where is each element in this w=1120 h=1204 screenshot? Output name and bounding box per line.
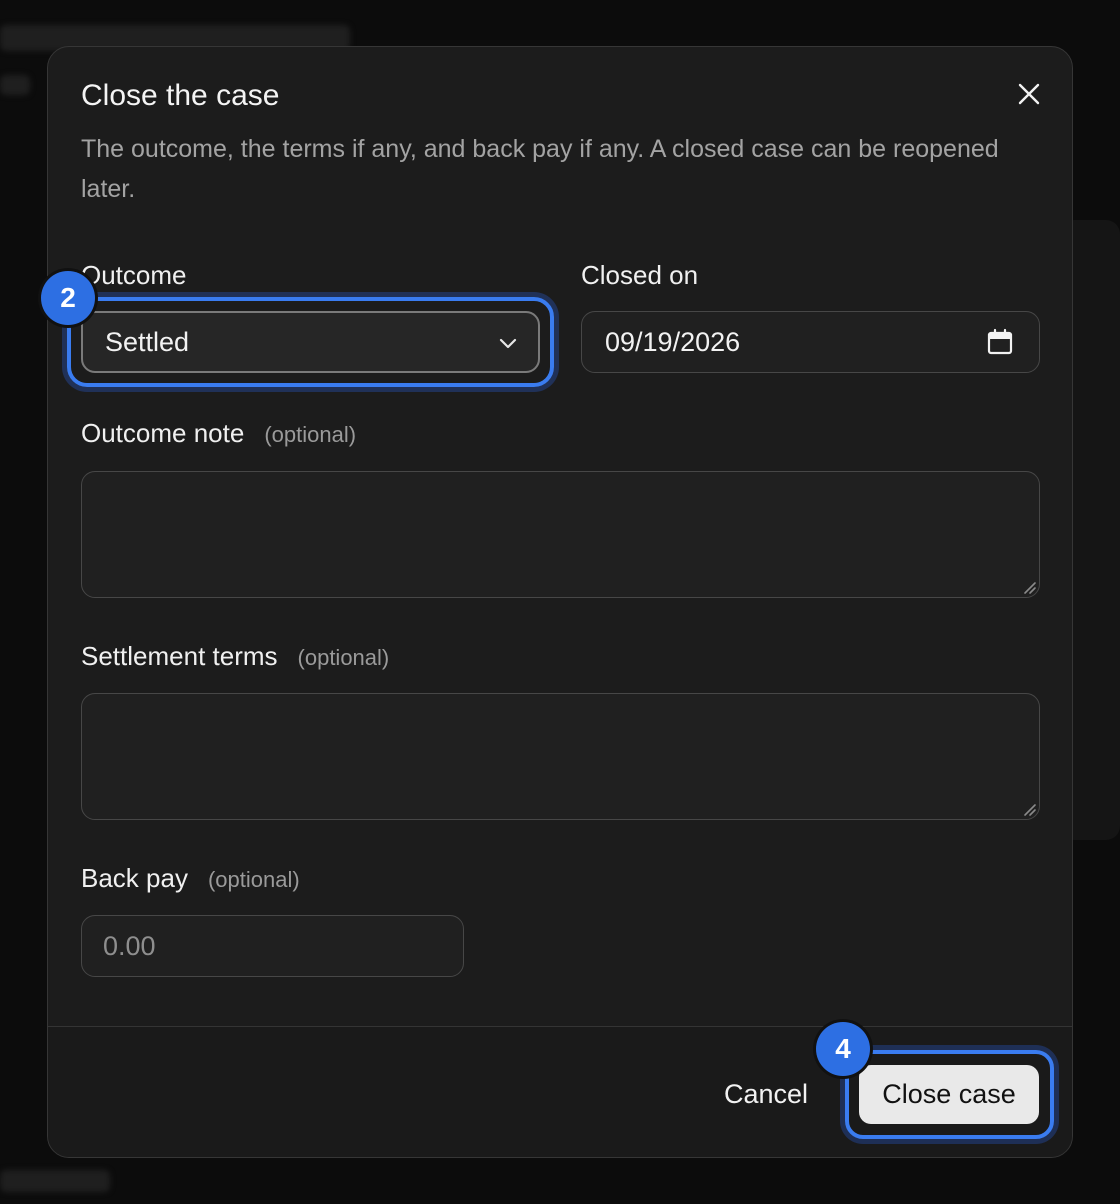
close-dialog-button[interactable] — [1012, 77, 1046, 111]
resize-handle-icon[interactable] — [1021, 579, 1037, 595]
close-icon — [1018, 83, 1040, 105]
step-badge: 4 — [816, 1022, 870, 1076]
chevron-down-icon — [499, 338, 517, 349]
closed-on-value: 09/19/2026 — [605, 326, 741, 357]
outcome-note-textarea[interactable] — [81, 471, 1040, 598]
back-pay-input[interactable]: 0.00 — [81, 915, 464, 977]
dialog-description: The outcome, the terms if any, and back … — [81, 135, 999, 203]
step-badge: 2 — [41, 271, 95, 325]
background-text-blur — [0, 75, 30, 95]
outcome-note-label-text: Outcome note — [81, 418, 245, 448]
back-pay-label: Back pay (optional) — [81, 862, 300, 896]
dialog-title: Close the case — [81, 79, 280, 112]
optional-hint: (optional) — [207, 867, 300, 892]
outcome-label: Outcome — [81, 260, 187, 290]
settlement-terms-label: Settlement terms (optional) — [81, 640, 389, 674]
calendar-icon[interactable] — [987, 328, 1013, 356]
optional-hint: (optional) — [297, 645, 390, 670]
closed-on-date-input[interactable]: 09/19/2026 — [581, 311, 1040, 373]
outcome-value: Settled — [105, 326, 190, 357]
outcome-note-label: Outcome note (optional) — [81, 417, 356, 451]
back-pay-label-text: Back pay — [81, 863, 188, 893]
close-case-button[interactable]: Close case — [859, 1065, 1039, 1124]
background-text-blur — [0, 1170, 110, 1192]
resize-handle-icon[interactable] — [1021, 801, 1037, 817]
cancel-button[interactable]: Cancel — [724, 1074, 808, 1114]
settlement-terms-textarea[interactable] — [81, 693, 1040, 820]
optional-hint: (optional) — [264, 422, 357, 447]
closed-on-label: Closed on — [581, 260, 699, 290]
settlement-terms-label-text: Settlement terms — [81, 641, 278, 671]
close-case-dialog: Close the case The outcome, the terms if… — [47, 46, 1073, 1158]
outcome-select[interactable]: Settled — [81, 311, 540, 373]
back-pay-placeholder: 0.00 — [103, 930, 156, 961]
